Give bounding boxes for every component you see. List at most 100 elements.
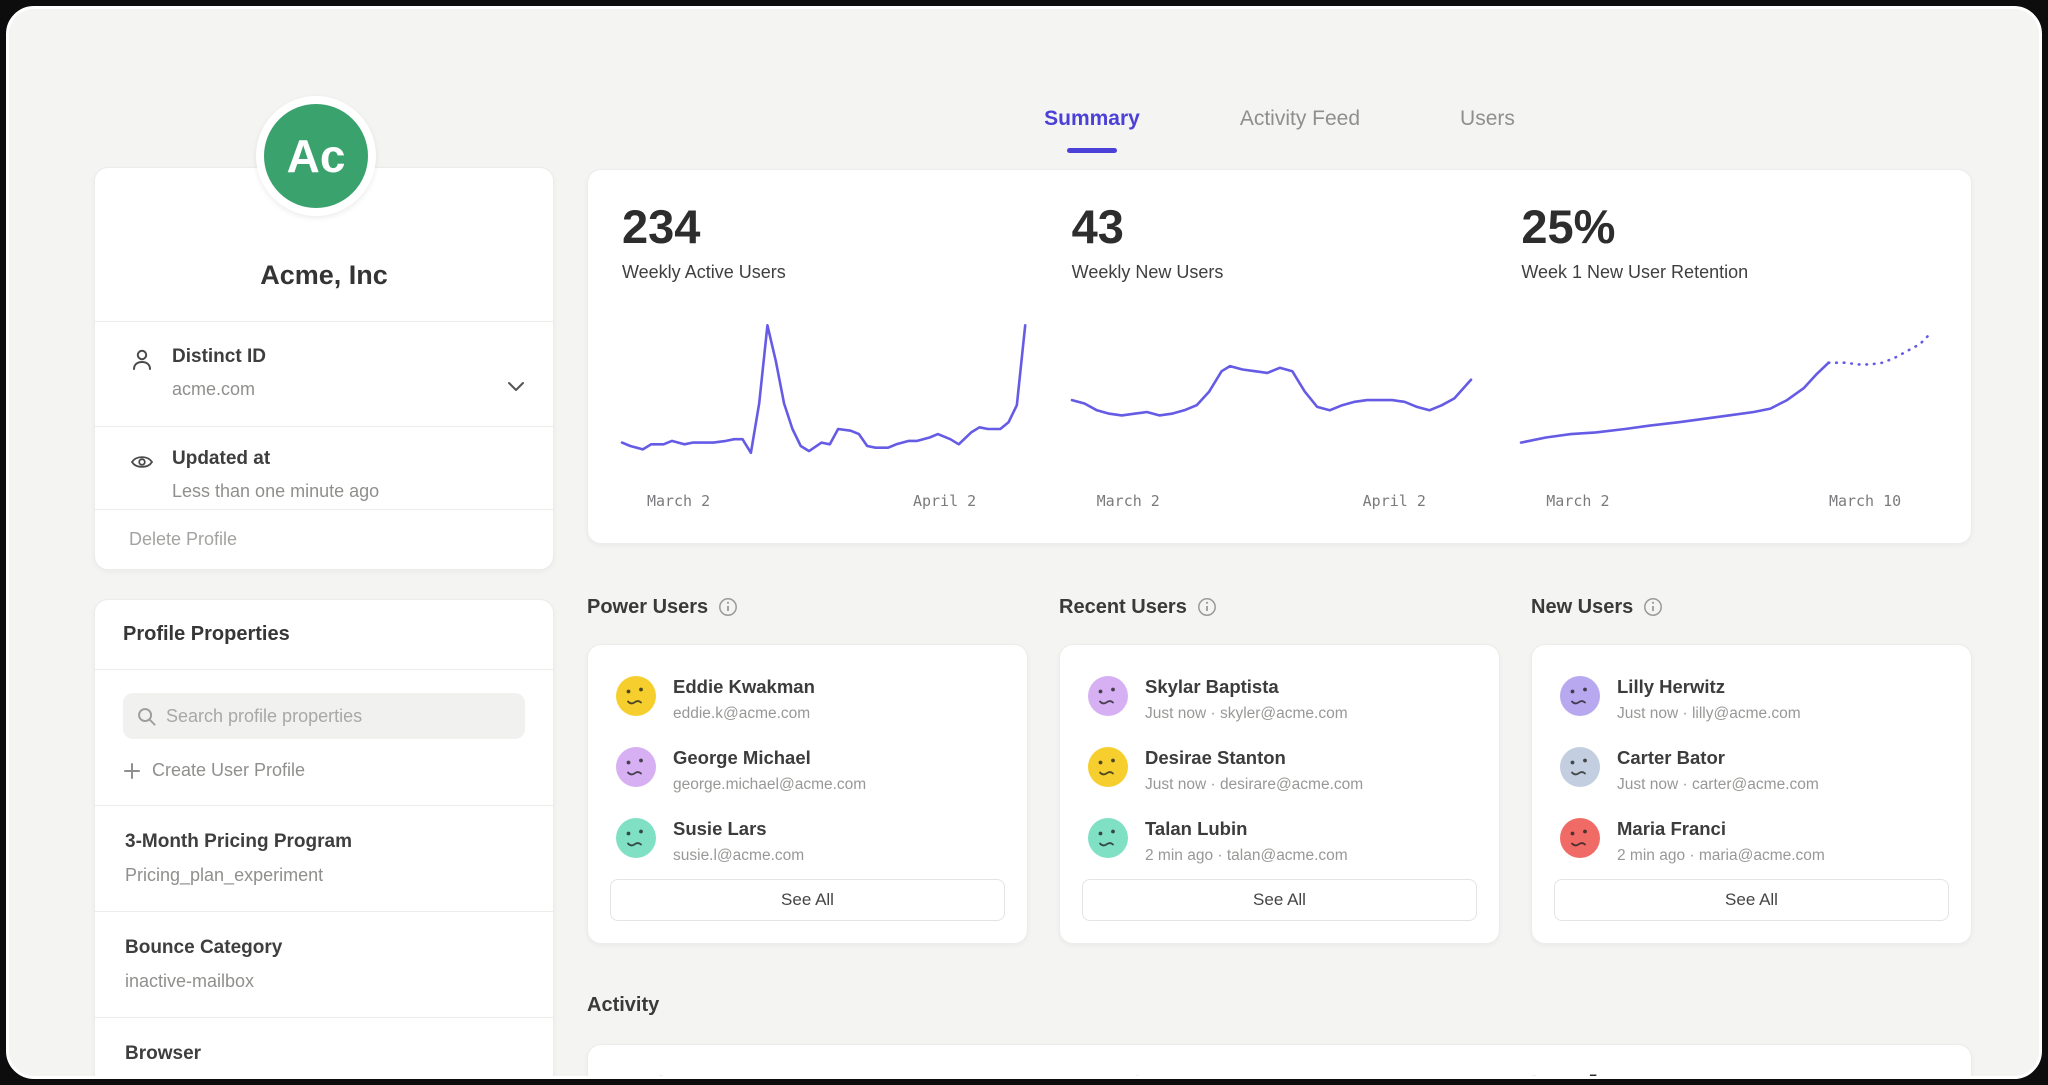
- activity-stat: 3.4k: [1521, 1069, 1937, 1079]
- x-tick: April 2: [913, 492, 976, 510]
- user-name: Talan Lubin: [1145, 818, 1348, 840]
- user-row[interactable]: Lilly Herwitz Just now · lilly@acme.com: [1560, 676, 1943, 723]
- user-subtext: eddie.k@acme.com: [673, 705, 815, 723]
- user-subtext: george.michael@acme.com: [673, 776, 866, 794]
- company-name: Acme, Inc: [260, 260, 388, 291]
- see-all-button[interactable]: See All: [1554, 879, 1949, 921]
- user-avatar: [616, 747, 656, 787]
- section-title: Power Users: [587, 596, 708, 619]
- user-subtext: 2 min ago · talan@acme.com: [1145, 847, 1348, 865]
- profile-properties-card: Profile Properties Create User Profile 3…: [94, 599, 554, 1079]
- user-row[interactable]: George Michael george.michael@acme.com: [616, 747, 999, 794]
- activity-card: 234 240 3.4k: [587, 1044, 1972, 1079]
- property-row[interactable]: Browser Chrome: [95, 1017, 553, 1079]
- field-label: Distinct ID: [172, 346, 266, 368]
- see-all-button[interactable]: See All: [610, 879, 1005, 921]
- user-subtext: Just now · desirare@acme.com: [1145, 776, 1363, 794]
- x-tick: March 2: [1097, 492, 1160, 510]
- new-users-card: Lilly Herwitz Just now · lilly@acme.com …: [1531, 644, 1972, 944]
- info-icon[interactable]: [718, 597, 738, 617]
- see-all-button[interactable]: See All: [1082, 879, 1477, 921]
- app-window: Ac Acme, Inc Distinct ID acme.com: [6, 6, 2042, 1079]
- chevron-down-icon[interactable]: [505, 375, 527, 397]
- info-icon[interactable]: [1643, 597, 1663, 617]
- create-user-profile-button[interactable]: Create User Profile: [95, 739, 333, 805]
- recent-users-section: Recent Users Skylar Baptista Just now · …: [1059, 587, 1500, 944]
- user-subtext: 2 min ago · maria@acme.com: [1617, 847, 1825, 865]
- profile-card: Acme, Inc Distinct ID acme.com: [94, 167, 554, 570]
- user-avatar: [1088, 747, 1128, 787]
- user-avatar: [1088, 676, 1128, 716]
- x-tick: March 10: [1829, 492, 1901, 510]
- tab-summary[interactable]: Summary: [1044, 107, 1140, 153]
- user-row[interactable]: Desirae Stanton Just now · desirare@acme…: [1088, 747, 1471, 794]
- new-users-section: New Users Lilly Herwitz Just now · lilly…: [1531, 587, 1972, 944]
- user-subtext: Just now · carter@acme.com: [1617, 776, 1819, 794]
- plus-icon: [123, 762, 141, 780]
- x-tick: April 2: [1363, 492, 1426, 510]
- search-icon: [136, 706, 157, 727]
- section-title: Recent Users: [1059, 596, 1187, 619]
- section-title: New Users: [1531, 596, 1633, 619]
- property-value: Chrome: [125, 1077, 523, 1079]
- user-row[interactable]: Skylar Baptista Just now · skyler@acme.c…: [1088, 676, 1471, 723]
- delete-profile-button[interactable]: Delete Profile: [95, 510, 553, 569]
- person-icon: [129, 347, 155, 373]
- create-user-profile-label: Create User Profile: [152, 760, 305, 781]
- user-avatar: [1088, 818, 1128, 858]
- user-avatar: [1560, 818, 1600, 858]
- profile-tabs: Summary Activity Feed Users: [587, 107, 1972, 153]
- field-updated-at: Updated at Less than one minute ago: [95, 427, 553, 510]
- search-input[interactable]: [166, 706, 512, 727]
- user-row[interactable]: Talan Lubin 2 min ago · talan@acme.com: [1088, 818, 1471, 865]
- user-name: Susie Lars: [673, 818, 804, 840]
- user-name: Skylar Baptista: [1145, 676, 1348, 698]
- property-value: inactive-mailbox: [125, 971, 523, 992]
- user-row[interactable]: Susie Lars susie.l@acme.com: [616, 818, 999, 865]
- weekly-active-users-chart: [622, 310, 1038, 480]
- metric-weekly-new-users: 43 Weekly New Users March 2 April 2: [1072, 203, 1488, 516]
- user-subtext: Just now · skyler@acme.com: [1145, 705, 1348, 723]
- weekly-new-users-chart: [1072, 310, 1488, 480]
- activity-stat: 234: [622, 1069, 1038, 1079]
- eye-icon: [129, 449, 155, 475]
- power-users-section: Power Users Eddie Kwakman eddie.k@acme.c…: [587, 587, 1028, 944]
- summary-metrics-card: 234 Weekly Active Users March 2 April 2 …: [587, 169, 1972, 544]
- tab-activity-feed[interactable]: Activity Feed: [1240, 107, 1360, 153]
- x-tick: March 2: [647, 492, 710, 510]
- user-subtext: susie.l@acme.com: [673, 847, 804, 865]
- user-row[interactable]: Eddie Kwakman eddie.k@acme.com: [616, 676, 999, 723]
- property-row[interactable]: 3-Month Pricing Program Pricing_plan_exp…: [95, 805, 553, 911]
- profile-properties-search[interactable]: [123, 693, 525, 739]
- field-value: Less than one minute ago: [172, 481, 379, 502]
- user-avatar: [616, 818, 656, 858]
- field-value: acme.com: [172, 379, 266, 400]
- stat-label: Week 1 New User Retention: [1521, 262, 1937, 283]
- company-avatar-initials: Ac: [287, 129, 346, 183]
- user-subtext: Just now · lilly@acme.com: [1617, 705, 1801, 723]
- user-name: George Michael: [673, 747, 866, 769]
- user-sections: Power Users Eddie Kwakman eddie.k@acme.c…: [587, 587, 1972, 944]
- user-avatar: [1560, 676, 1600, 716]
- info-icon[interactable]: [1197, 597, 1217, 617]
- property-name: 3-Month Pricing Program: [125, 831, 523, 853]
- property-row[interactable]: Bounce Category inactive-mailbox: [95, 911, 553, 1017]
- activity-stat: 240: [1072, 1069, 1488, 1079]
- user-row[interactable]: Carter Bator Just now · carter@acme.com: [1560, 747, 1943, 794]
- user-name: Eddie Kwakman: [673, 676, 815, 698]
- property-name: Bounce Category: [125, 937, 523, 959]
- activity-section-title: Activity: [587, 994, 659, 1017]
- user-row[interactable]: Maria Franci 2 min ago · maria@acme.com: [1560, 818, 1943, 865]
- stat-value: 234: [622, 203, 1038, 250]
- x-tick: March 2: [1546, 492, 1609, 510]
- stat-label: Weekly New Users: [1072, 262, 1488, 283]
- stat-value: 25%: [1521, 203, 1937, 250]
- user-avatar: [1560, 747, 1600, 787]
- week1-retention-chart: [1521, 310, 1937, 480]
- property-value: Pricing_plan_experiment: [125, 865, 523, 886]
- metric-weekly-active-users: 234 Weekly Active Users March 2 April 2: [622, 203, 1038, 516]
- profile-sidebar: Ac Acme, Inc Distinct ID acme.com: [94, 9, 554, 1076]
- field-distinct-id: Distinct ID acme.com: [95, 322, 553, 427]
- tab-users[interactable]: Users: [1460, 107, 1515, 153]
- user-name: Desirae Stanton: [1145, 747, 1363, 769]
